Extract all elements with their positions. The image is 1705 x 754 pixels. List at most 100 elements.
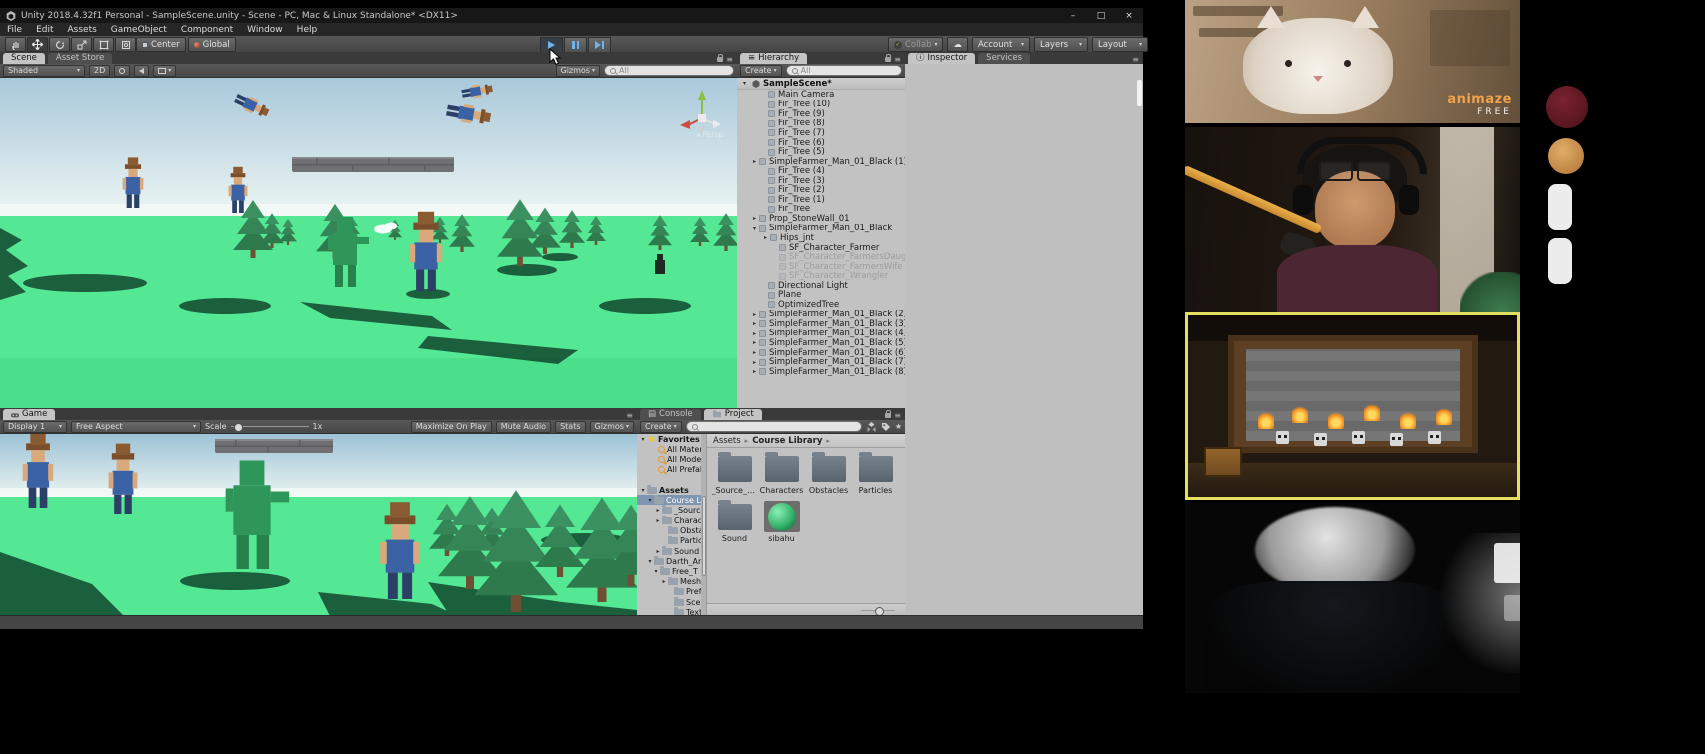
project-tree-item[interactable] bbox=[637, 475, 706, 485]
panel-menu-icon[interactable]: ≡ bbox=[626, 411, 633, 420]
draw-mode-dropdown[interactable]: Shaded▾ bbox=[3, 65, 85, 77]
perspective-label[interactable]: ◂ Persp bbox=[696, 130, 723, 139]
rect-tool-button[interactable] bbox=[93, 37, 114, 52]
search-by-label-icon[interactable] bbox=[881, 422, 891, 432]
move-tool-button[interactable] bbox=[27, 37, 48, 52]
lock-icon[interactable] bbox=[885, 57, 891, 62]
asset-tile[interactable]: sibahu bbox=[758, 501, 805, 543]
close-button[interactable]: × bbox=[1115, 8, 1143, 23]
scale-slider[interactable] bbox=[231, 426, 309, 427]
project-tree-item[interactable]: All Models bbox=[637, 454, 706, 464]
hierarchy-item[interactable]: Fir_Tree (7) bbox=[737, 128, 905, 138]
hierarchy-item[interactable]: Main Camera bbox=[737, 90, 905, 100]
lock-icon[interactable] bbox=[717, 57, 723, 62]
side-avatar-red[interactable] bbox=[1546, 86, 1588, 128]
project-tree-item[interactable]: All Materials bbox=[637, 444, 706, 454]
collab-button[interactable]: ✓Collab▾ bbox=[888, 37, 943, 52]
transform-tool-button[interactable] bbox=[115, 37, 136, 52]
hierarchy-item[interactable]: Fir_Tree (9) bbox=[737, 109, 905, 119]
hierarchy-item[interactable]: SF_Character_FarmersWife bbox=[737, 262, 905, 272]
project-tree-item[interactable]: ▸ Sound bbox=[637, 546, 706, 556]
layers-dropdown[interactable]: Layers▾ bbox=[1034, 37, 1088, 52]
tab-asset-store[interactable]: Asset Store bbox=[48, 53, 112, 64]
pause-button[interactable] bbox=[564, 37, 587, 53]
hierarchy-item[interactable]: Fir_Tree (6) bbox=[737, 138, 905, 148]
hierarchy-item[interactable]: Fir_Tree (1) bbox=[737, 195, 905, 205]
project-tree-item[interactable]: ▸ Characters bbox=[637, 516, 706, 526]
video-feed-minecraft-active[interactable] bbox=[1185, 312, 1520, 500]
tab-project[interactable]: Project bbox=[704, 409, 762, 420]
pivot-toggle-button[interactable]: Center bbox=[136, 37, 186, 52]
asset-tile[interactable]: Sound bbox=[711, 501, 758, 543]
hierarchy-item[interactable]: Fir_Tree (4) bbox=[737, 166, 905, 176]
project-tree-item[interactable]: ▾ Darth_Ar bbox=[637, 556, 706, 566]
menu-item[interactable]: Assets bbox=[61, 25, 104, 35]
effects-dropdown[interactable]: ▾ bbox=[153, 65, 176, 77]
hierarchy-item[interactable]: Fir_Tree bbox=[737, 205, 905, 215]
menu-item[interactable]: Help bbox=[290, 25, 325, 35]
menu-item[interactable]: GameObject bbox=[104, 25, 174, 35]
hierarchy-item[interactable]: ▸ SimpleFarmer_Man_01_Black (2) bbox=[737, 310, 905, 320]
hierarchy-item[interactable]: Fir_Tree (3) bbox=[737, 176, 905, 186]
hierarchy-item[interactable]: ▸ SimpleFarmer_Man_01_Black (4) bbox=[737, 329, 905, 339]
audio-toggle-button[interactable] bbox=[134, 65, 149, 77]
asset-tile[interactable]: Particles bbox=[852, 453, 899, 495]
menu-item[interactable]: File bbox=[0, 25, 29, 35]
video-feed-dark[interactable] bbox=[1185, 503, 1520, 693]
hierarchy-item[interactable]: ▸ SimpleFarmer_Man_01_Black (1) bbox=[737, 157, 905, 167]
project-tree-item[interactable]: ▸ Meshes bbox=[637, 577, 706, 587]
inspector-scrollbar-thumb[interactable] bbox=[1137, 80, 1142, 106]
panel-menu-icon[interactable]: ≡ bbox=[894, 411, 901, 420]
side-panel-button[interactable] bbox=[1548, 184, 1572, 230]
project-tree-item[interactable]: ▾ Free_T bbox=[637, 566, 706, 576]
account-dropdown[interactable]: Account▾ bbox=[972, 37, 1030, 52]
hierarchy-item[interactable]: ▾ SimpleFarmer_Man_01_Black bbox=[737, 224, 905, 234]
tab-game[interactable]: Game bbox=[3, 409, 55, 420]
menu-item[interactable]: Component bbox=[174, 25, 240, 35]
project-search-input[interactable] bbox=[686, 421, 862, 432]
stats-toggle[interactable]: Stats bbox=[555, 421, 585, 433]
hierarchy-item[interactable]: SF_Character_FarmersDaughter bbox=[737, 252, 905, 262]
hierarchy-item[interactable]: ▸ SimpleFarmer_Man_01_Black (6) bbox=[737, 348, 905, 358]
hierarchy-item[interactable]: Plane bbox=[737, 290, 905, 300]
aspect-dropdown[interactable]: Free Aspect▾ bbox=[71, 421, 201, 433]
scale-slider-knob[interactable] bbox=[234, 423, 243, 432]
hierarchy-search-input[interactable]: All bbox=[786, 65, 902, 76]
tab-hierarchy[interactable]: ≡Hierarchy bbox=[740, 53, 807, 64]
rotate-tool-button[interactable] bbox=[49, 37, 70, 52]
project-create-dropdown[interactable]: Create▾ bbox=[640, 421, 682, 433]
thumbnail-size-slider[interactable] bbox=[861, 610, 895, 611]
scene-root-row[interactable]: ▾ SampleScene* bbox=[737, 78, 905, 90]
hierarchy-item[interactable]: ▸ SimpleFarmer_Man_01_Black (7) bbox=[737, 357, 905, 367]
hierarchy-item[interactable]: Directional Light bbox=[737, 281, 905, 291]
step-button[interactable] bbox=[588, 37, 611, 53]
tab-console[interactable]: ▤Console bbox=[640, 409, 701, 420]
project-tree-item[interactable]: ▾ Course Library bbox=[637, 495, 706, 505]
hierarchy-item[interactable]: ▸ Hips_jnt bbox=[737, 233, 905, 243]
hierarchy-item[interactable]: Fir_Tree (8) bbox=[737, 119, 905, 129]
project-tree-item[interactable]: ▾ Assets bbox=[637, 485, 706, 495]
maximize-button[interactable]: □ bbox=[1087, 8, 1115, 23]
hierarchy-item[interactable]: OptimizedTree bbox=[737, 300, 905, 310]
search-by-type-icon[interactable] bbox=[866, 422, 877, 432]
project-tree-item[interactable]: Particles bbox=[637, 536, 706, 546]
hierarchy-item[interactable]: SF_Character_Wrangler bbox=[737, 271, 905, 281]
game-viewport[interactable] bbox=[0, 434, 637, 616]
scene-search-input[interactable]: All bbox=[604, 65, 734, 76]
menu-item[interactable]: Edit bbox=[29, 25, 60, 35]
menu-item[interactable]: Window bbox=[240, 25, 290, 35]
panel-menu-icon[interactable]: ≡ bbox=[726, 55, 733, 64]
project-tree-item[interactable]: ▸ _Source_Files bbox=[637, 505, 706, 515]
breadcrumb-root[interactable]: Assets bbox=[713, 436, 741, 446]
hierarchy-item[interactable]: ▸ SimpleFarmer_Man_01_Black (8) bbox=[737, 367, 905, 377]
scene-gizmos-dropdown[interactable]: Gizmos▾ bbox=[556, 65, 601, 77]
video-feed-cat[interactable]: animaze FREE bbox=[1185, 0, 1520, 123]
project-tree-item[interactable]: Scenes bbox=[637, 597, 706, 607]
hand-tool-button[interactable] bbox=[5, 37, 26, 52]
maximize-on-play-toggle[interactable]: Maximize On Play bbox=[411, 421, 492, 433]
panel-menu-icon[interactable]: ≡ bbox=[894, 55, 901, 64]
tab-inspector[interactable]: ⓘInspector bbox=[908, 53, 975, 64]
project-tree-item[interactable]: All Prefabs bbox=[637, 465, 706, 475]
scale-tool-button[interactable] bbox=[71, 37, 92, 52]
hierarchy-item[interactable]: ▸ SimpleFarmer_Man_01_Black (5) bbox=[737, 338, 905, 348]
